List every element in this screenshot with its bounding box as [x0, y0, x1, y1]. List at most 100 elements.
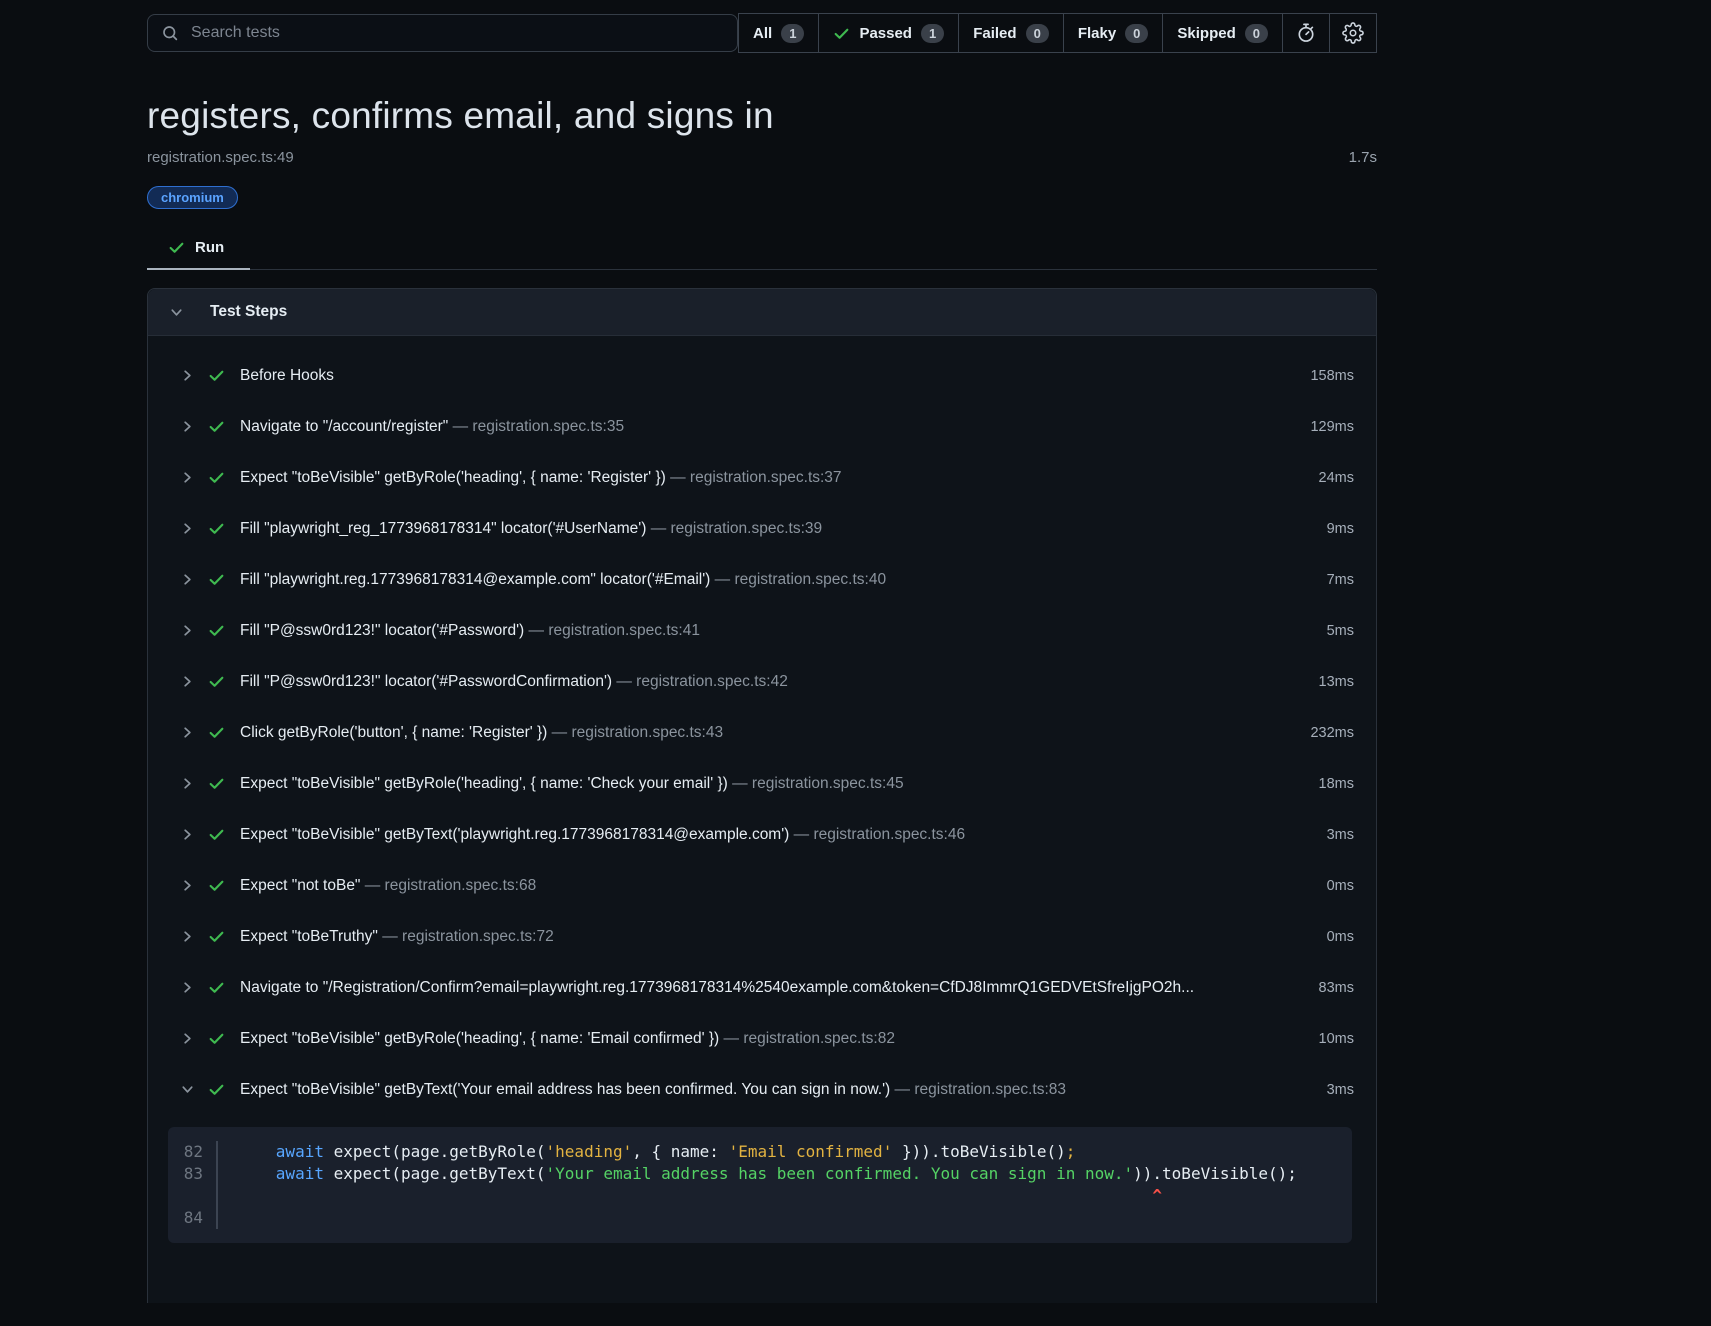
- test-step-row[interactable]: Expect "not toBe" — registration.spec.ts…: [148, 860, 1376, 911]
- step-title: Expect "toBeVisible" getByText('playwrig…: [240, 826, 1311, 844]
- test-step-row[interactable]: Navigate to "/account/register" — regist…: [148, 401, 1376, 452]
- passed-check-icon: [208, 928, 225, 945]
- tab-bar: Run: [147, 233, 1377, 270]
- passed-check-icon: [208, 1081, 225, 1098]
- filter-count-badge: 0: [1026, 24, 1049, 43]
- code-line: ^: [168, 1185, 1352, 1207]
- step-duration: 0ms: [1327, 929, 1354, 945]
- search-icon: [161, 24, 179, 42]
- chevron-right-icon: [179, 674, 195, 690]
- project-badge-chromium[interactable]: chromium: [147, 186, 238, 209]
- search-input[interactable]: [189, 23, 724, 43]
- filter-flaky[interactable]: Flaky0: [1063, 13, 1164, 53]
- test-steps-panel: Test Steps Before Hooks 158ms Navigate t…: [147, 288, 1377, 1303]
- steps-list: Before Hooks 158ms Navigate to "/account…: [148, 336, 1376, 1115]
- test-step-row[interactable]: Fill "P@ssw0rd123!" locator('#Password')…: [148, 605, 1376, 656]
- test-steps-header[interactable]: Test Steps: [148, 289, 1376, 336]
- test-file-location: registration.spec.ts:49: [147, 149, 294, 166]
- test-step-row[interactable]: Expect "toBeVisible" getByRole('heading'…: [148, 1013, 1376, 1064]
- test-step-row[interactable]: Fill "P@ssw0rd123!" locator('#PasswordCo…: [148, 656, 1376, 707]
- step-title: Before Hooks: [240, 367, 1294, 385]
- tab-run[interactable]: Run: [147, 233, 250, 269]
- test-header: registers, confirms email, and signs in …: [147, 95, 1377, 270]
- passed-check-icon: [208, 520, 225, 537]
- step-title: Fill "P@ssw0rd123!" locator('#Password')…: [240, 622, 1311, 640]
- check-icon: [168, 239, 185, 256]
- step-duration: 5ms: [1327, 623, 1354, 639]
- tab-run-label: Run: [195, 239, 224, 256]
- code-line: 82 await expect(page.getByRole('heading'…: [168, 1141, 1352, 1163]
- test-step-row[interactable]: Expect "toBeVisible" getByRole('heading'…: [148, 452, 1376, 503]
- test-step-row[interactable]: Click getByRole('button', { name: 'Regis…: [148, 707, 1376, 758]
- timer-icon: [1295, 22, 1317, 44]
- step-duration: 13ms: [1319, 674, 1354, 690]
- step-duration: 3ms: [1327, 1082, 1354, 1098]
- line-number: [168, 1185, 216, 1207]
- filter-count-badge: 1: [781, 24, 804, 43]
- line-number: 83: [168, 1163, 216, 1185]
- step-title: Click getByRole('button', { name: 'Regis…: [240, 724, 1294, 742]
- step-title: Navigate to "/Registration/Confirm?email…: [240, 979, 1303, 997]
- test-step-row[interactable]: Expect "toBeVisible" getByText('Your ema…: [148, 1064, 1376, 1115]
- top-toolbar: All 1 Passed 1 Failed 0 Flaky0Skipped0: [147, 0, 1377, 53]
- filter-count-badge: 1: [921, 24, 944, 43]
- code-snippet: 82 await expect(page.getByRole('heading'…: [168, 1127, 1352, 1243]
- step-duration: 24ms: [1319, 470, 1354, 486]
- chevron-right-icon: [179, 470, 195, 486]
- step-title: Expect "not toBe" — registration.spec.ts…: [240, 877, 1311, 895]
- chevron-down-icon: [179, 1082, 195, 1098]
- settings-button[interactable]: [1329, 13, 1377, 53]
- filter-skipped[interactable]: Skipped0: [1162, 13, 1283, 53]
- filter-group: All 1 Passed 1 Failed 0 Flaky0Skipped0: [738, 13, 1377, 53]
- line-number: 82: [168, 1141, 216, 1163]
- step-title: Expect "toBeTruthy" — registration.spec.…: [240, 928, 1311, 946]
- chevron-right-icon: [179, 623, 195, 639]
- chevron-right-icon: [179, 521, 195, 537]
- chevron-right-icon: [179, 827, 195, 843]
- step-location: — registration.spec.ts:41: [529, 622, 700, 639]
- passed-check-icon: [208, 724, 225, 741]
- step-location: — registration.spec.ts:83: [895, 1081, 1066, 1098]
- step-duration: 232ms: [1310, 725, 1354, 741]
- passed-check-icon: [208, 775, 225, 792]
- chevron-right-icon: [179, 725, 195, 741]
- step-duration: 10ms: [1319, 1031, 1354, 1047]
- passed-check-icon: [833, 25, 850, 42]
- passed-check-icon: [208, 469, 225, 486]
- step-title: Expect "toBeVisible" getByRole('heading'…: [240, 775, 1303, 793]
- step-duration: 83ms: [1319, 980, 1354, 996]
- timer-button[interactable]: [1282, 13, 1330, 53]
- filter-label: Passed: [859, 25, 912, 42]
- page-title: registers, confirms email, and signs in: [147, 95, 1377, 137]
- test-step-row[interactable]: Expect "toBeVisible" getByRole('heading'…: [148, 758, 1376, 809]
- test-step-row[interactable]: Before Hooks 158ms: [148, 350, 1376, 401]
- test-step-row[interactable]: Fill "playwright_reg_1773968178314" loca…: [148, 503, 1376, 554]
- step-duration: 9ms: [1327, 521, 1354, 537]
- step-location: — registration.spec.ts:40: [715, 571, 886, 588]
- test-steps-title: Test Steps: [210, 303, 287, 321]
- passed-check-icon: [208, 367, 225, 384]
- test-step-row[interactable]: Fill "playwright.reg.1773968178314@examp…: [148, 554, 1376, 605]
- step-title: Expect "toBeVisible" getByRole('heading'…: [240, 1030, 1303, 1048]
- passed-check-icon: [208, 826, 225, 843]
- gutter-divider: [216, 1207, 218, 1229]
- test-step-row[interactable]: Expect "toBeTruthy" — registration.spec.…: [148, 911, 1376, 962]
- filter-failed[interactable]: Failed 0: [958, 13, 1064, 53]
- chevron-right-icon: [179, 572, 195, 588]
- filter-all[interactable]: All 1: [738, 13, 819, 53]
- filter-label: All: [753, 25, 772, 42]
- passed-check-icon: [208, 622, 225, 639]
- test-step-row[interactable]: Expect "toBeVisible" getByText('playwrig…: [148, 809, 1376, 860]
- test-step-row[interactable]: Navigate to "/Registration/Confirm?email…: [148, 962, 1376, 1013]
- chevron-right-icon: [179, 878, 195, 894]
- step-duration: 3ms: [1327, 827, 1354, 843]
- passed-check-icon: [208, 979, 225, 996]
- filter-label: Failed: [973, 25, 1016, 42]
- step-duration: 129ms: [1310, 419, 1354, 435]
- chevron-down-icon: [168, 304, 184, 320]
- search-box[interactable]: [147, 14, 738, 52]
- filter-passed[interactable]: Passed 1: [818, 13, 959, 53]
- step-title: Navigate to "/account/register" — regist…: [240, 418, 1294, 436]
- step-location: — registration.spec.ts:37: [670, 469, 841, 486]
- passed-check-icon: [208, 1030, 225, 1047]
